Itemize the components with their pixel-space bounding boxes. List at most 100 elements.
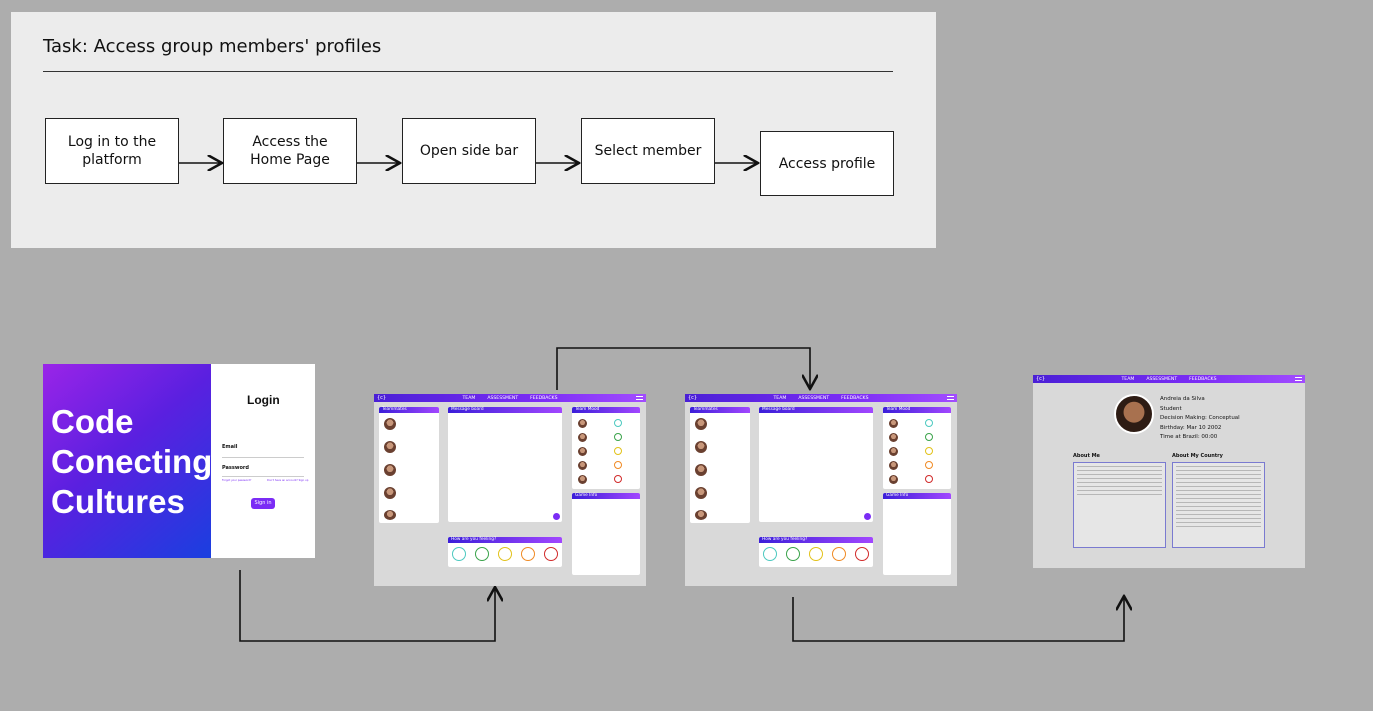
mood-face-icon [925, 461, 933, 469]
home-screen-sidebar: {c} TEAM ASSESSMENT FEEDBACKS Teammates … [685, 394, 957, 586]
profile-birthday: Birthday: Mar 10 2002 [1160, 424, 1222, 431]
avatar [889, 419, 898, 428]
game-info-title: Game Info [883, 493, 951, 499]
login-hero: Code Conecting Cultures [43, 364, 213, 558]
avatar[interactable] [384, 487, 396, 499]
nav-assessment[interactable]: ASSESSMENT [1146, 377, 1177, 382]
angry-face-icon[interactable] [544, 547, 558, 561]
avatar[interactable] [384, 441, 396, 453]
hero-line-1: Code [51, 403, 134, 440]
sad-face-icon[interactable] [832, 547, 846, 561]
about-me-box [1073, 462, 1166, 548]
game-info-card: Game Info [883, 493, 951, 575]
teammates-title: Teammates [690, 407, 750, 413]
avatar[interactable] [695, 464, 707, 476]
nav-feedbacks[interactable]: FEEDBACKS [1189, 377, 1216, 382]
team-mood-title: Team Mood [883, 407, 951, 413]
mood-face-icon [614, 447, 622, 455]
about-country-text [1176, 466, 1261, 530]
happy-face-icon[interactable] [786, 547, 800, 561]
about-me-title: About Me [1073, 453, 1100, 459]
feeling-title: How are you feeling? [759, 537, 873, 543]
logo: {c} [688, 395, 698, 401]
menu-icon[interactable] [636, 396, 643, 400]
add-message-icon[interactable] [864, 513, 871, 520]
mood-face-icon [925, 433, 933, 441]
email-field[interactable] [222, 457, 304, 458]
about-country-title: About My Country [1172, 453, 1223, 459]
home-navbar: {c} TEAM ASSESSMENT FEEDBACKS [685, 394, 957, 402]
nav-feedbacks[interactable]: FEEDBACKS [841, 396, 868, 401]
avatar [578, 475, 587, 484]
logo: {c} [1036, 376, 1046, 382]
team-mood-card: Team Mood [883, 407, 951, 489]
avatar[interactable] [695, 418, 707, 430]
forgot-password-link[interactable]: Forgot your password? [222, 479, 251, 482]
avatar[interactable] [695, 510, 707, 520]
happy-face-icon[interactable] [475, 547, 489, 561]
menu-icon[interactable] [1295, 377, 1302, 381]
smile-face-icon[interactable] [452, 547, 466, 561]
angry-face-icon[interactable] [855, 547, 869, 561]
mood-face-icon [925, 447, 933, 455]
signin-button[interactable]: Sign in [251, 498, 275, 509]
teammates-card: Teammates [379, 407, 439, 523]
feeling-card: How are you feeling? [759, 537, 873, 567]
feeling-card: How are you feeling? [448, 537, 562, 567]
add-message-icon[interactable] [553, 513, 560, 520]
avatar [578, 447, 587, 456]
avatar[interactable] [384, 510, 396, 520]
menu-icon[interactable] [947, 396, 954, 400]
about-country-box [1172, 462, 1265, 548]
nav-assessment[interactable]: ASSESSMENT [798, 396, 829, 401]
profile-decision: Decision Making: Conceptual [1160, 415, 1240, 421]
mood-face-icon [614, 461, 622, 469]
game-info-title: Game Info [572, 493, 640, 499]
password-field[interactable] [222, 476, 304, 477]
mood-face-icon [925, 475, 933, 483]
email-label: Email [222, 444, 238, 450]
avatar[interactable] [695, 441, 707, 453]
flow-connectors [179, 0, 1373, 642]
avatar [578, 461, 587, 470]
message-board-title: Message board [448, 407, 562, 413]
profile-photo [1114, 394, 1154, 434]
game-info-card: Game Info [572, 493, 640, 575]
login-screen: Code Conecting Cultures Login Email Pass… [43, 364, 315, 558]
profile-name: Andreia da Silva [1160, 396, 1205, 402]
message-board-card: Message board [448, 407, 562, 522]
avatar [578, 419, 587, 428]
nav-team[interactable]: TEAM [774, 396, 787, 401]
home-screen: {c} TEAM ASSESSMENT FEEDBACKS Teammates … [374, 394, 646, 586]
nav-assessment[interactable]: ASSESSMENT [487, 396, 518, 401]
avatar[interactable] [384, 464, 396, 476]
neutral-face-icon[interactable] [498, 547, 512, 561]
connector-home-to-sidebar [556, 347, 810, 390]
sad-face-icon[interactable] [521, 547, 535, 561]
message-board-card: Message board [759, 407, 873, 522]
avatar [578, 433, 587, 442]
avatar[interactable] [695, 487, 707, 499]
password-label: Password [222, 465, 249, 471]
avatar [889, 461, 898, 470]
nav-team[interactable]: TEAM [1122, 377, 1135, 382]
logo: {c} [377, 395, 387, 401]
home-navbar: {c} TEAM ASSESSMENT FEEDBACKS [374, 394, 646, 402]
mood-face-icon [614, 433, 622, 441]
mood-face-icon [925, 419, 933, 427]
connector-sidebar-to-profile [792, 596, 1124, 642]
mood-face-icon [614, 475, 622, 483]
mood-face-icon [614, 419, 622, 427]
avatar[interactable] [384, 418, 396, 430]
signup-link[interactable]: Don't have an account? Sign up [267, 479, 308, 482]
profile-role: Student [1160, 405, 1182, 412]
nav-feedbacks[interactable]: FEEDBACKS [530, 396, 557, 401]
nav-team[interactable]: TEAM [463, 396, 476, 401]
teammates-card: Teammates [690, 407, 750, 523]
profile-time: Time at Brazil: 00:00 [1160, 434, 1218, 440]
smile-face-icon[interactable] [763, 547, 777, 561]
neutral-face-icon[interactable] [809, 547, 823, 561]
profile-navbar: {c} TEAM ASSESSMENT FEEDBACKS [1033, 375, 1305, 383]
avatar [889, 447, 898, 456]
hero-line-2: Conecting [51, 443, 213, 480]
